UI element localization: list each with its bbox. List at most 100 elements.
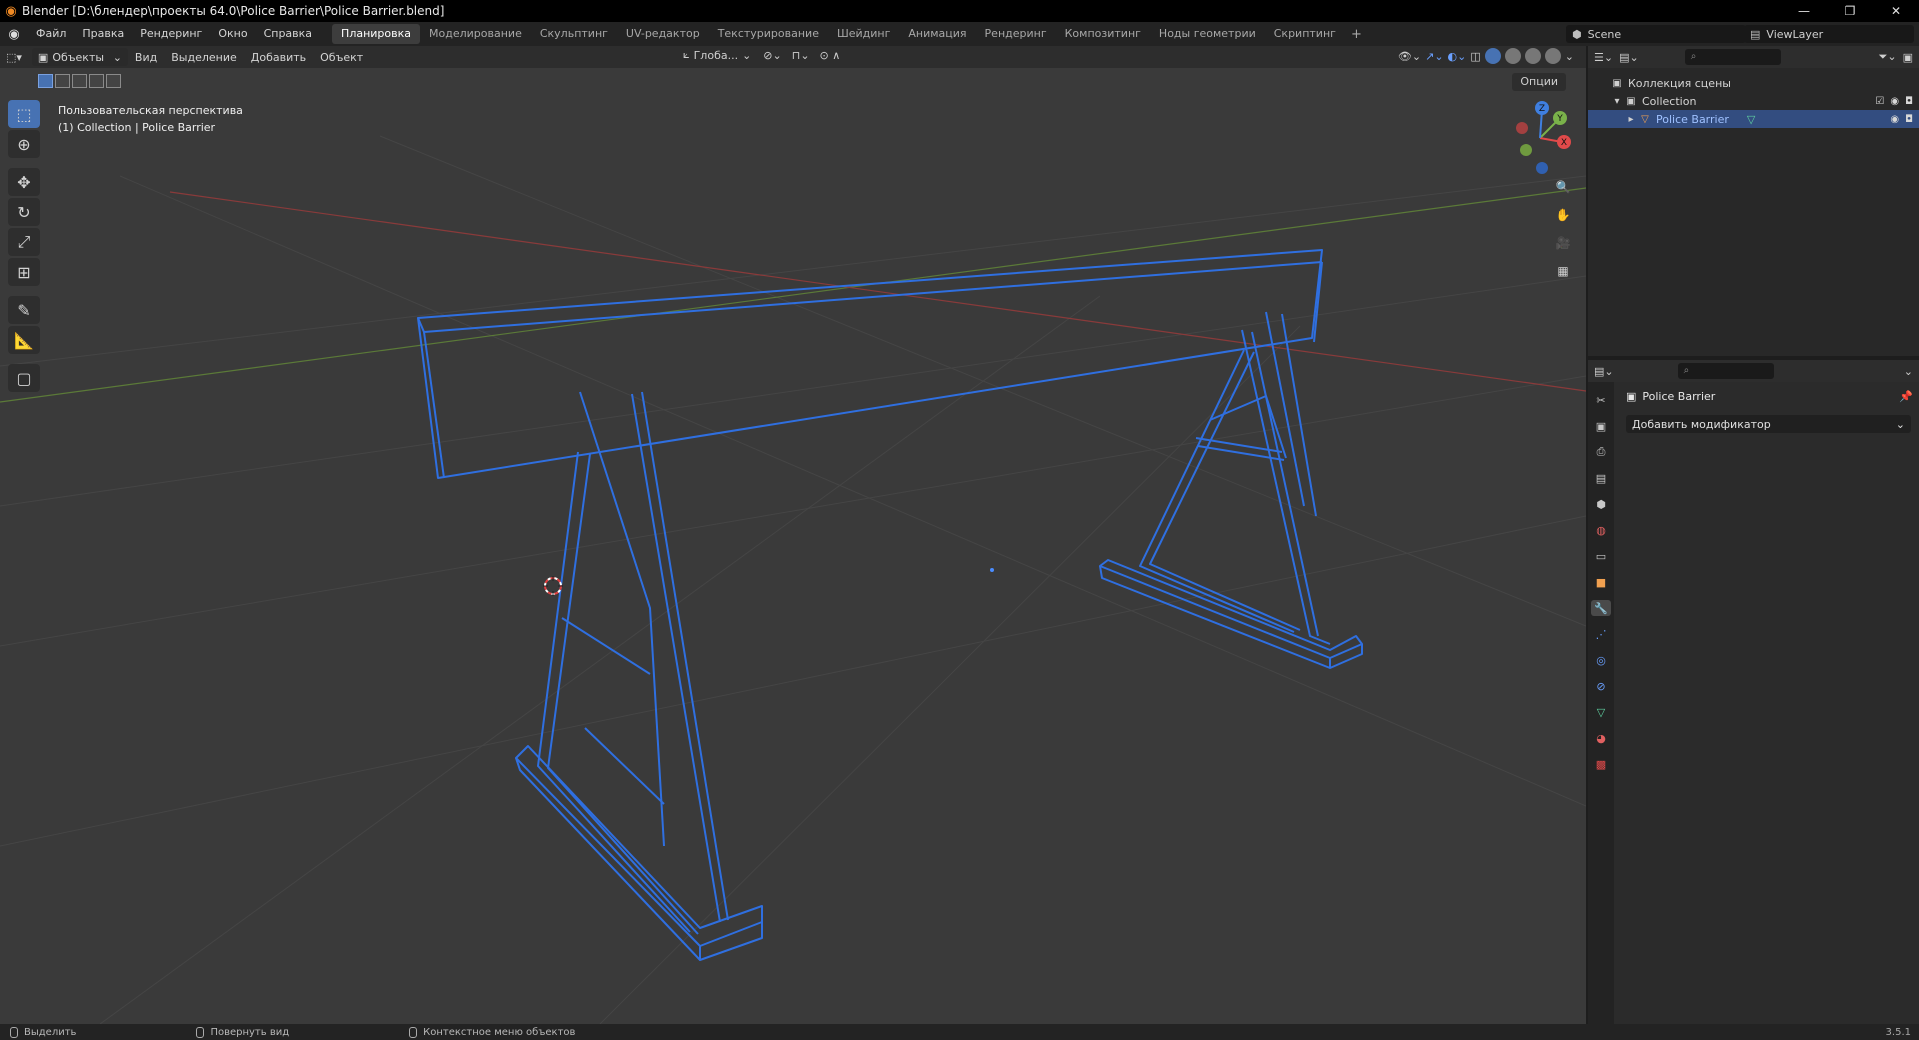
- exclude-checkbox-icon[interactable]: ☑: [1875, 96, 1884, 107]
- tab-layout[interactable]: Планировка: [332, 24, 421, 44]
- police-barrier-object[interactable]: [417, 249, 1363, 961]
- properties-editor-icon[interactable]: ▤⌄: [1594, 365, 1614, 378]
- scene-selector[interactable]: ⬢ Scene: [1566, 25, 1746, 43]
- tab-compositing[interactable]: Композитинг: [1056, 24, 1150, 44]
- add-modifier-dropdown[interactable]: Добавить модификатор ⌄: [1626, 415, 1911, 433]
- tab-modeling[interactable]: Моделирование: [420, 24, 531, 44]
- outliner-collection[interactable]: ▾ ▣ Collection ☑ ◉ ◘: [1588, 92, 1919, 110]
- tab-shading[interactable]: Шейдинг: [828, 24, 899, 44]
- select-extend-icon[interactable]: [55, 74, 70, 88]
- eye-icon[interactable]: ◉: [1890, 114, 1899, 125]
- scale-tool-icon[interactable]: ⤢: [8, 228, 40, 256]
- select-new-icon[interactable]: [38, 74, 53, 88]
- chevron-down-icon[interactable]: ⌄: [1904, 365, 1913, 378]
- physics-tab-icon[interactable]: ◎: [1591, 652, 1611, 668]
- measure-tool-icon[interactable]: 📐: [8, 326, 40, 354]
- pin-icon[interactable]: 📌: [1899, 390, 1913, 403]
- render-camera-icon[interactable]: ◘: [1905, 96, 1913, 107]
- editor-type-button[interactable]: ⬚▾: [0, 48, 28, 66]
- tab-uv-editing[interactable]: UV-редактор: [617, 24, 709, 44]
- rotate-tool-icon[interactable]: ↻: [8, 198, 40, 226]
- add-workspace-button[interactable]: +: [1345, 27, 1368, 42]
- select-intersect-icon[interactable]: [106, 74, 121, 88]
- tab-geometry-nodes[interactable]: Ноды геометрии: [1150, 24, 1265, 44]
- particles-tab-icon[interactable]: ⋰: [1591, 626, 1611, 642]
- 3d-viewport[interactable]: ⬚▾ ▣ Объекты ⌄ Вид Выделение Добавить Об…: [0, 46, 1586, 1024]
- proportional-edit-icon[interactable]: ⊙ ∧: [820, 49, 841, 62]
- menu-object[interactable]: Объект: [313, 51, 370, 64]
- outliner-scene-collection[interactable]: ▣ Коллекция сцены: [1588, 74, 1919, 92]
- data-tab-icon[interactable]: ▽: [1591, 704, 1611, 720]
- add-cube-tool-icon[interactable]: ▢: [8, 364, 40, 392]
- display-mode-icon[interactable]: ▤⌄: [1619, 51, 1639, 64]
- blender-menu-icon[interactable]: ◉: [0, 27, 28, 42]
- new-collection-icon[interactable]: ▣: [1903, 51, 1913, 64]
- camera-icon[interactable]: 🎥: [1552, 232, 1574, 254]
- outliner-search-input[interactable]: ⌕: [1684, 49, 1781, 65]
- collection-tab-icon[interactable]: ▭: [1591, 548, 1611, 564]
- tab-rendering[interactable]: Рендеринг: [976, 24, 1056, 44]
- pivot-icon[interactable]: ⊘⌄: [763, 49, 781, 62]
- world-tab-icon[interactable]: ◍: [1591, 522, 1611, 538]
- overlay-toggle-icon[interactable]: ◐⌄: [1448, 50, 1467, 63]
- tool-tab-icon[interactable]: ✂: [1591, 392, 1611, 408]
- view-layer-selector[interactable]: ▤ ViewLayer: [1744, 25, 1914, 43]
- visibility-icon[interactable]: 👁⌄: [1398, 50, 1421, 63]
- filter-icon[interactable]: ⏷⌄: [1879, 50, 1897, 64]
- shading-options-chevron-icon[interactable]: ⌄: [1565, 50, 1574, 63]
- select-subtract-icon[interactable]: [72, 74, 87, 88]
- menu-help[interactable]: Справка: [256, 22, 320, 46]
- mode-dropdown[interactable]: ▣ Объекты ⌄: [31, 48, 128, 66]
- navigation-gizmo[interactable]: Z Y X: [1498, 98, 1582, 178]
- select-box-tool-icon[interactable]: ⬚: [8, 100, 40, 128]
- menu-render[interactable]: Рендеринг: [132, 22, 210, 46]
- transform-tool-icon[interactable]: ⊞: [8, 258, 40, 286]
- grid-perspective-icon[interactable]: ▦: [1552, 260, 1574, 282]
- pan-hand-icon[interactable]: ✋: [1552, 204, 1574, 226]
- constraints-tab-icon[interactable]: ⊘: [1591, 678, 1611, 694]
- render-camera-icon[interactable]: ◘: [1905, 114, 1913, 125]
- menu-file[interactable]: Файл: [28, 22, 74, 46]
- modifier-tab-icon[interactable]: 🔧: [1591, 600, 1611, 616]
- xray-toggle-icon[interactable]: ◫: [1470, 50, 1480, 63]
- select-invert-icon[interactable]: [89, 74, 104, 88]
- options-dropdown[interactable]: Опции: [1512, 73, 1566, 91]
- move-tool-icon[interactable]: ✥: [8, 168, 40, 196]
- menu-add[interactable]: Добавить: [244, 51, 313, 64]
- solid-shading-button[interactable]: [1504, 48, 1521, 64]
- title-bar: ◉ Blender [D:\блендер\проекты 64.0\Polic…: [0, 0, 1919, 22]
- tab-scripting[interactable]: Скриптинг: [1265, 24, 1345, 44]
- transform-orientation-dropdown[interactable]: ⟀ Глоба... ⌄ ⊘⌄ ⊓⌄ ⊙ ∧: [683, 48, 840, 62]
- object-tab-icon[interactable]: ■: [1591, 574, 1611, 590]
- minimize-button[interactable]: —: [1781, 0, 1827, 22]
- render-tab-icon[interactable]: ▣: [1591, 418, 1611, 434]
- tab-texture-paint[interactable]: Текстурирование: [709, 24, 828, 44]
- outliner-editor-icon[interactable]: ☰⌄: [1594, 51, 1613, 64]
- material-tab-icon[interactable]: ◕: [1591, 730, 1611, 746]
- annotate-tool-icon[interactable]: ✎: [8, 296, 40, 324]
- output-tab-icon[interactable]: ⎙: [1591, 444, 1611, 460]
- texture-tab-icon[interactable]: ▩: [1591, 756, 1611, 772]
- chevron-right-icon[interactable]: ▸: [1624, 114, 1638, 125]
- tab-animation[interactable]: Анимация: [899, 24, 975, 44]
- scene-tab-icon[interactable]: ⬢: [1591, 496, 1611, 512]
- menu-view[interactable]: Вид: [128, 51, 164, 64]
- chevron-down-icon[interactable]: ▾: [1610, 96, 1624, 107]
- properties-search-input[interactable]: ⌕: [1677, 363, 1774, 379]
- material-shading-button[interactable]: [1524, 48, 1541, 64]
- close-button[interactable]: ✕: [1873, 0, 1919, 22]
- outliner-object-police-barrier[interactable]: ▸ ▽ Police Barrier ▽ ◉ ◘: [1588, 110, 1919, 128]
- tab-sculpting[interactable]: Скульптинг: [531, 24, 617, 44]
- zoom-icon[interactable]: 🔍: [1552, 176, 1574, 198]
- menu-window[interactable]: Окно: [210, 22, 255, 46]
- menu-edit[interactable]: Правка: [74, 22, 132, 46]
- snap-icon[interactable]: ⊓⌄: [792, 49, 810, 62]
- eye-icon[interactable]: ◉: [1890, 96, 1899, 107]
- menu-select[interactable]: Выделение: [164, 51, 244, 64]
- view-layer-tab-icon[interactable]: ▤: [1591, 470, 1611, 486]
- cursor-tool-icon[interactable]: ⊕: [8, 130, 40, 158]
- gizmo-toggle-icon[interactable]: ↗⌄: [1425, 50, 1443, 63]
- maximize-button[interactable]: ❐: [1827, 0, 1873, 22]
- wireframe-shading-button[interactable]: [1484, 48, 1501, 64]
- rendered-shading-button[interactable]: [1544, 48, 1561, 64]
